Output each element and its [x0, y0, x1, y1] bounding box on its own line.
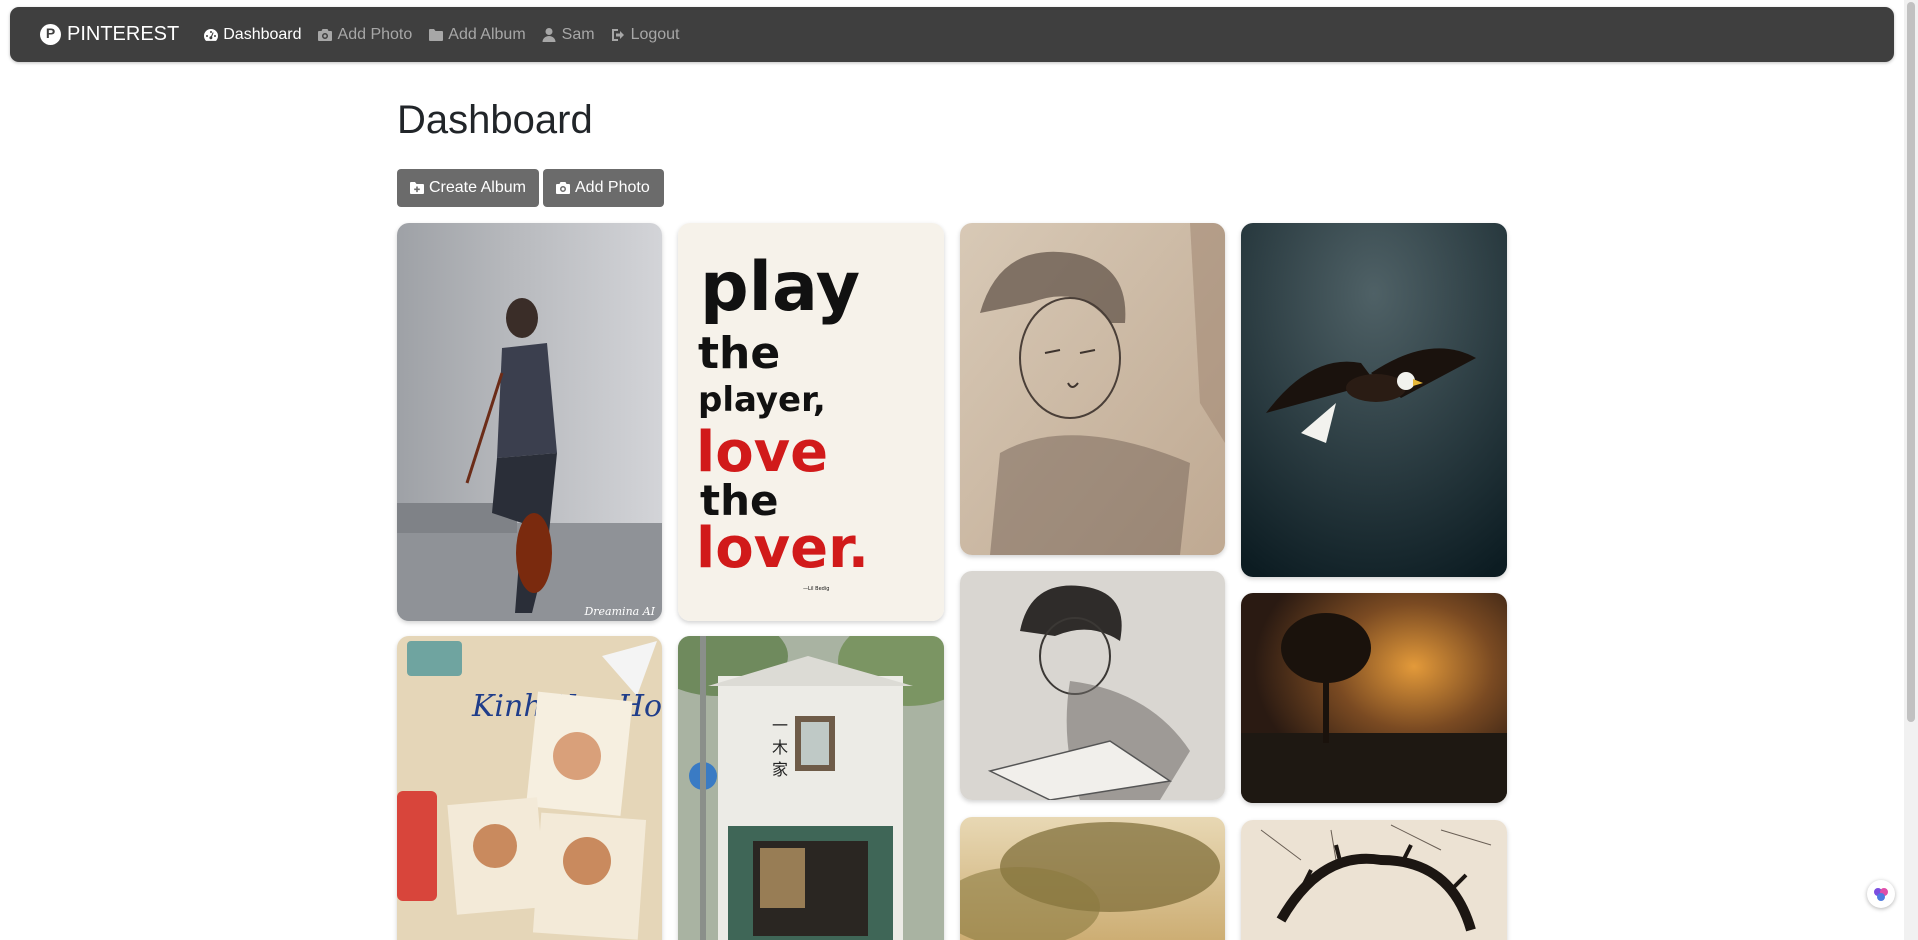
nav-user-label: Sam — [561, 25, 595, 43]
nav-logout-label: Logout — [630, 25, 680, 43]
add-photo-button[interactable]: Add Photo — [543, 169, 664, 207]
nav-add-album-label: Add Album — [448, 25, 526, 43]
poster-footer: —Lil Bedig — [803, 586, 829, 592]
photo-card-sketch-reader[interactable] — [960, 571, 1225, 800]
photo-card-tree-sunset[interactable] — [1241, 593, 1507, 803]
photo-card-typography-poster[interactable]: play the player, love the lover. —Lil Be… — [678, 223, 944, 621]
logout-icon — [610, 26, 627, 43]
nav-add-photo[interactable]: Add Photo — [317, 25, 413, 44]
nav-user[interactable]: Sam — [541, 26, 595, 44]
photo-card-eagle[interactable] — [1241, 223, 1507, 577]
crown-sketch-drawing — [1241, 820, 1507, 940]
bokeh-trees-photo — [960, 817, 1225, 940]
cafe-sign-char-3: 家 — [772, 760, 788, 779]
nav-dashboard[interactable]: Dashboard — [202, 25, 302, 44]
kinh-van-hoa-poster: Kinh Van Hoa — [397, 636, 662, 940]
violinist-photo: Dreamina AI — [397, 223, 662, 621]
watermark-text: Dreamina AI — [583, 605, 655, 618]
add-photo-label: Add Photo — [575, 179, 650, 196]
photo-card-sketch-boy[interactable] — [960, 223, 1225, 555]
create-album-label: Create Album — [429, 179, 526, 196]
eagle-photo — [1241, 223, 1507, 577]
brain-icon — [1874, 888, 1888, 901]
photo-card-bokeh-trees[interactable] — [960, 817, 1225, 940]
page-scrollbar[interactable] — [1904, 0, 1918, 940]
brand-link[interactable]: PINTEREST — [40, 23, 179, 46]
user-icon — [541, 26, 558, 43]
typography-poster: play the player, love the lover. —Lil Be… — [678, 223, 944, 621]
poster-line-1: play — [700, 248, 860, 327]
tree-sunset-painting — [1241, 593, 1507, 803]
camera-icon — [317, 26, 334, 43]
sketch-boy-drawing — [960, 223, 1225, 555]
dashboard-icon — [202, 26, 219, 43]
photo-card-crown-sketch[interactable] — [1241, 820, 1507, 940]
folder-icon — [427, 26, 444, 43]
brand-label: PINTEREST — [67, 23, 180, 45]
folder-plus-icon — [410, 182, 424, 194]
cafe-storefront-photo: 一 木 家 — [678, 636, 944, 940]
photo-card-violinist[interactable]: Dreamina AI — [397, 223, 662, 621]
browser-extension-icon[interactable] — [1867, 880, 1895, 908]
camera-icon — [556, 182, 570, 194]
nav-logout[interactable]: Logout — [610, 26, 680, 44]
poster-line-6: lover. — [696, 516, 869, 581]
cafe-sign-char-1: 一 — [772, 716, 788, 735]
photo-card-cafe-storefront[interactable]: 一 木 家 — [678, 636, 944, 940]
create-album-button[interactable]: Create Album — [397, 169, 539, 207]
cafe-sign-char-2: 木 — [772, 738, 788, 757]
poster-line-3: player, — [698, 380, 826, 420]
nav-add-album[interactable]: Add Album — [427, 25, 526, 44]
sketch-reader-drawing — [960, 571, 1225, 800]
nav-add-photo-label: Add Photo — [337, 25, 413, 43]
top-navbar: PINTEREST Dashboard Add Photo Add Album … — [10, 7, 1894, 62]
poster-line-2: the — [698, 328, 780, 379]
scrollbar-thumb[interactable] — [1907, 2, 1915, 722]
nav-dashboard-label: Dashboard — [223, 25, 302, 43]
page-title: Dashboard — [397, 98, 593, 142]
pinterest-logo-icon — [40, 24, 61, 45]
photo-card-kinh-van-hoa[interactable]: Kinh Van Hoa — [397, 636, 662, 940]
